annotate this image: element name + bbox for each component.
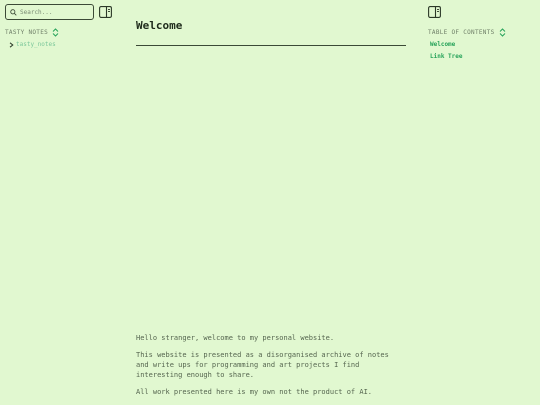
tree-folder-item[interactable]: tasty_notes	[9, 41, 56, 48]
chevron-up-down-icon	[52, 28, 59, 37]
chevron-up-down-icon	[499, 28, 505, 37]
search-input[interactable]: Search...	[5, 4, 94, 20]
tree-folder-label: tasty_notes	[16, 41, 56, 48]
page-title: Welcome	[136, 19, 183, 32]
toc-link-link-tree[interactable]: Link Tree	[430, 53, 463, 60]
chevron-right-icon	[9, 41, 14, 48]
toggle-left-sidebar-button[interactable]	[99, 6, 112, 18]
toc-section-toggle[interactable]: TABLE OF CONTENTS	[428, 28, 506, 37]
toc-title: TABLE OF CONTENTS	[428, 29, 495, 36]
explorer-section-title: TASTY NOTES	[5, 29, 49, 36]
search-icon	[10, 8, 17, 16]
page: Search... TASTY NOTES tasty_notes Welcom…	[0, 0, 540, 405]
disclaimer-paragraph: All work presented here is my own not th…	[136, 388, 373, 396]
toc-link-welcome[interactable]: Welcome	[430, 41, 455, 48]
title-divider	[136, 45, 406, 46]
description-paragraph: This website is presented as a disorgani…	[136, 351, 389, 379]
toggle-right-sidebar-button[interactable]	[428, 6, 441, 18]
sidebar-panel-icon	[428, 6, 441, 18]
sidebar-panel-icon	[99, 6, 112, 18]
intro-paragraph: Hello stranger, welcome to my personal w…	[136, 334, 335, 342]
search-placeholder: Search...	[20, 8, 53, 16]
explorer-section-toggle[interactable]: TASTY NOTES	[5, 28, 59, 37]
